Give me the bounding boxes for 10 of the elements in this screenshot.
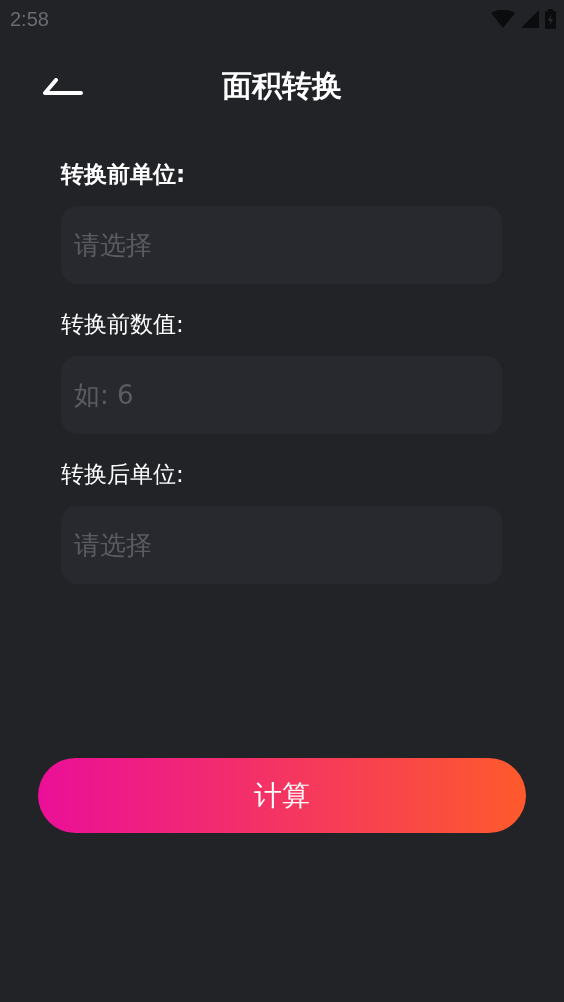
battery-icon [545, 9, 556, 29]
back-icon[interactable] [43, 78, 83, 96]
field-label: 转换前单位: [61, 160, 187, 189]
field-label: 转换后单位: [61, 460, 185, 489]
wifi-icon [491, 10, 515, 28]
field-label: 转换前数值: [61, 310, 185, 339]
signal-icon [521, 10, 539, 28]
calculate-button[interactable]: 计算 [38, 758, 526, 833]
status-time: 2:58 [10, 7, 49, 31]
page-title: 面积转换 [222, 66, 342, 105]
